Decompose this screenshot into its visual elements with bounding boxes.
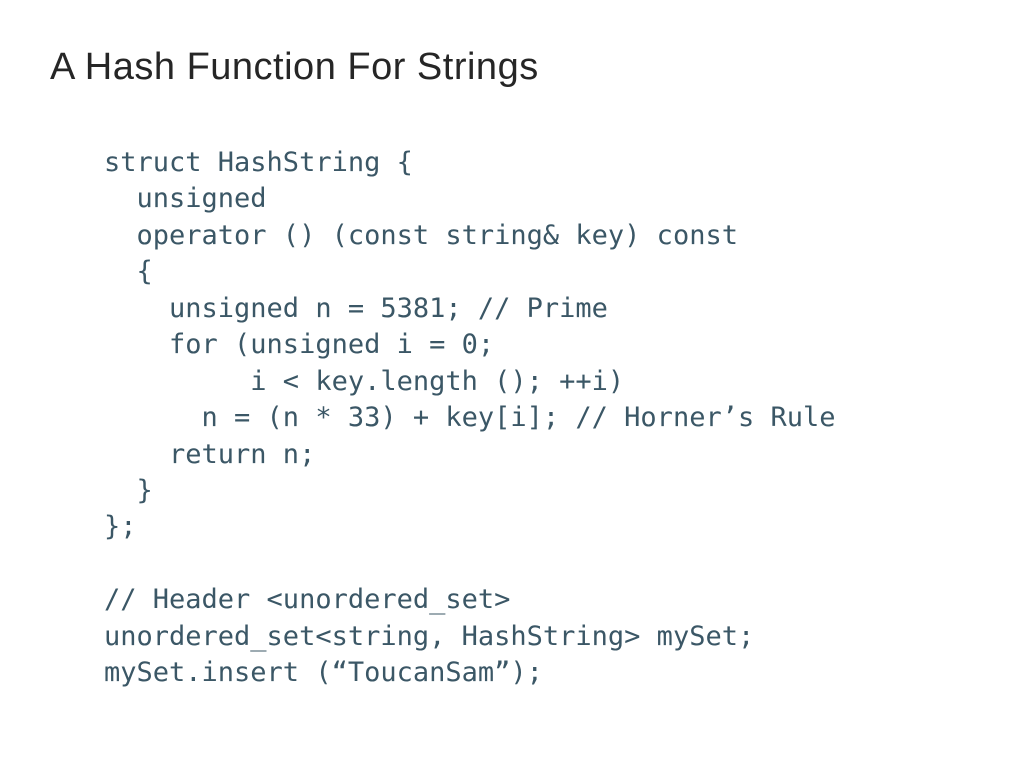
slide: A Hash Function For Strings struct HashS… <box>0 0 1024 768</box>
slide-title: A Hash Function For Strings <box>50 46 974 89</box>
code-block: struct HashString { unsigned operator ()… <box>104 145 974 692</box>
